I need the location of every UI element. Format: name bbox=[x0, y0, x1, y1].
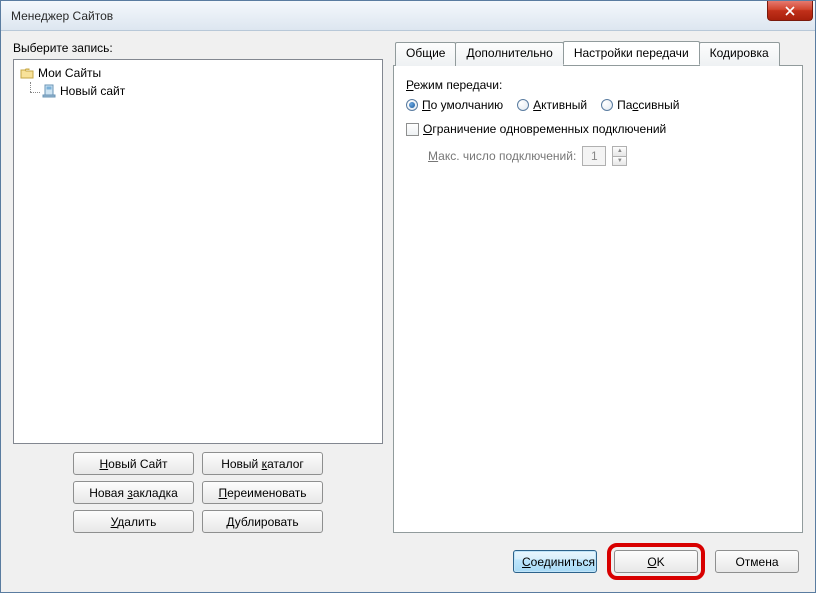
tree-connector-icon bbox=[24, 82, 40, 100]
checkbox-icon bbox=[406, 123, 419, 136]
site-tree[interactable]: Мои Сайты Новый сайт bbox=[13, 59, 383, 444]
tree-child-row: Новый сайт bbox=[24, 82, 378, 100]
tab-content-transfer: Режим передачи: По умолчанию Активный bbox=[393, 65, 803, 533]
dialog-footer: Соединиться OK Отмена bbox=[13, 543, 803, 580]
radio-default[interactable]: По умолчанию bbox=[406, 98, 503, 112]
ok-button[interactable]: OK bbox=[614, 550, 698, 573]
titlebar[interactable]: Менеджер Сайтов bbox=[1, 1, 815, 31]
tree-item-new-site[interactable]: Новый сайт bbox=[40, 82, 127, 100]
rename-button[interactable]: Переименовать bbox=[202, 481, 323, 504]
close-icon bbox=[785, 6, 795, 16]
right-pane: Общие Дополнительно Настройки передачи К… bbox=[393, 41, 803, 533]
main-area: Выберите запись: Мои Сайты bbox=[13, 41, 803, 533]
content: Выберите запись: Мои Сайты bbox=[1, 31, 815, 592]
server-icon bbox=[42, 84, 56, 98]
folder-icon bbox=[20, 66, 34, 80]
site-manager-window: Менеджер Сайтов Выберите запись: Мои Сай… bbox=[0, 0, 816, 593]
tab-transfer-settings[interactable]: Настройки передачи bbox=[563, 41, 700, 65]
max-connections-spinner[interactable]: ▲ ▼ bbox=[612, 146, 627, 166]
left-pane: Выберите запись: Мои Сайты bbox=[13, 41, 383, 533]
radio-active[interactable]: Активный bbox=[517, 98, 587, 112]
transfer-mode-row: По умолчанию Активный Пассивный bbox=[406, 98, 790, 112]
cancel-button[interactable]: Отмена bbox=[715, 550, 799, 573]
radio-icon bbox=[601, 99, 613, 111]
close-button[interactable] bbox=[767, 1, 813, 21]
new-site-button[interactable]: Новый Сайт bbox=[73, 452, 194, 475]
radio-passive[interactable]: Пассивный bbox=[601, 98, 679, 112]
connect-button[interactable]: Соединиться bbox=[513, 550, 597, 573]
tree-item-label: Новый сайт bbox=[60, 83, 125, 99]
max-connections-row: Макс. число подключений: 1 ▲ ▼ bbox=[428, 146, 790, 166]
max-connections-input[interactable]: 1 bbox=[582, 146, 606, 166]
new-bookmark-button[interactable]: Новая закладка bbox=[73, 481, 194, 504]
site-buttons-grid: Новый Сайт Новый каталог Новая закладка … bbox=[13, 452, 383, 533]
ok-highlight: OK bbox=[607, 543, 705, 580]
limit-checkbox[interactable]: Ограничение одновременных подключений bbox=[406, 122, 666, 136]
spinner-up-icon[interactable]: ▲ bbox=[612, 146, 627, 156]
max-connections-label: Макс. число подключений: bbox=[428, 149, 576, 163]
limit-row: Ограничение одновременных подключений bbox=[406, 122, 790, 136]
tab-charset[interactable]: Кодировка bbox=[699, 42, 780, 66]
radio-icon bbox=[517, 99, 529, 111]
tab-strip: Общие Дополнительно Настройки передачи К… bbox=[393, 41, 803, 65]
delete-button[interactable]: Удалить bbox=[73, 510, 194, 533]
tab-advanced[interactable]: Дополнительно bbox=[455, 42, 563, 66]
window-title: Менеджер Сайтов bbox=[11, 9, 113, 23]
tree-root-label: Мои Сайты bbox=[38, 65, 101, 81]
tab-general[interactable]: Общие bbox=[395, 42, 456, 66]
tree-root-my-sites[interactable]: Мои Сайты bbox=[18, 64, 378, 82]
radio-icon bbox=[406, 99, 418, 111]
duplicate-button[interactable]: Дублировать bbox=[202, 510, 323, 533]
spinner-down-icon[interactable]: ▼ bbox=[612, 156, 627, 166]
transfer-mode-label: Режим передачи: bbox=[406, 78, 790, 92]
new-folder-button[interactable]: Новый каталог bbox=[202, 452, 323, 475]
select-entry-label: Выберите запись: bbox=[13, 41, 383, 55]
